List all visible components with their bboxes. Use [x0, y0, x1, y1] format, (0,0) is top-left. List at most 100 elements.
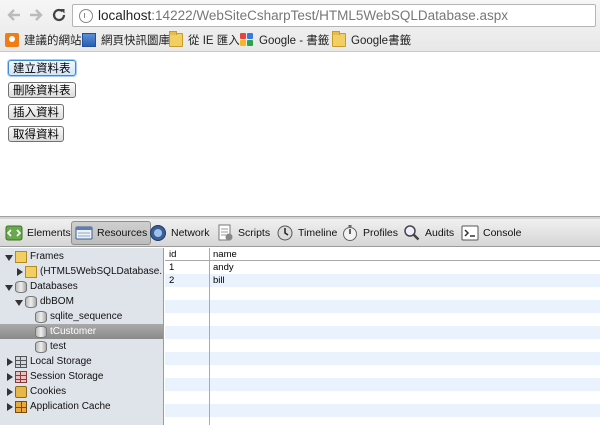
tree-item-frames[interactable]: Frames: [0, 249, 163, 264]
tab-label: Elements: [27, 227, 71, 239]
tree-item-sqlite-sequence[interactable]: sqlite_sequence: [0, 309, 163, 324]
create-table-button[interactable]: 建立資料表: [8, 60, 76, 76]
tab-label: Timeline: [298, 227, 338, 239]
column-divider[interactable]: [209, 248, 210, 425]
tree-item-databases[interactable]: Databases: [0, 279, 163, 294]
tree-label: dbBOM: [40, 296, 74, 307]
tree-label: (HTML5WebSQLDatabase....: [40, 266, 164, 277]
url-text: localhost:14222/WebSiteCsharpTest/HTML5W…: [98, 8, 508, 23]
console-icon: [460, 223, 480, 243]
tree-label: tCustomer: [50, 326, 97, 337]
database-icon: [25, 295, 37, 308]
bookmark-suggested-sites[interactable]: 建議的網站: [5, 31, 82, 49]
resources-icon: [74, 223, 94, 243]
expand-triangle-icon[interactable]: [5, 253, 13, 261]
cell-name: andy: [213, 262, 234, 273]
expand-triangle-icon[interactable]: [15, 298, 23, 306]
tab-scripts[interactable]: Scripts: [215, 221, 270, 245]
tree-item-frame-page[interactable]: (HTML5WebSQLDatabase....: [0, 264, 164, 279]
bookmark-label: Google - 書籤: [259, 35, 330, 47]
timeline-icon: [275, 223, 295, 243]
grid-filler-row: [165, 326, 600, 339]
tab-profiles[interactable]: Profiles: [340, 221, 398, 245]
reload-button[interactable]: [49, 5, 69, 25]
database-icon: [15, 280, 27, 293]
bookmark-web-slice-gallery[interactable]: 網頁快訊圖庫: [82, 31, 170, 49]
collapse-triangle-icon[interactable]: [5, 372, 13, 381]
forward-button[interactable]: [26, 5, 46, 25]
suggested-sites-icon: [5, 33, 19, 47]
bookmark-label: Google書籤: [351, 35, 412, 47]
tree-item-local-storage[interactable]: Local Storage: [0, 354, 163, 369]
tree-item-cookies[interactable]: Cookies: [0, 384, 163, 399]
back-arrow-icon: [7, 9, 20, 21]
tree-label: Application Cache: [30, 401, 111, 412]
bookmarks-bar: 建議的網站 網頁快訊圖庫 從 IE 匯入 Google - 書籤 Google書…: [0, 29, 600, 51]
navigation-bar: localhost:14222/WebSiteCsharpTest/HTML5W…: [0, 2, 600, 28]
tab-elements[interactable]: Elements: [4, 221, 71, 245]
tab-network[interactable]: Network: [148, 221, 210, 245]
tree-label: sqlite_sequence: [50, 311, 123, 322]
table-icon: [35, 340, 47, 353]
bookmark-import-from-ie[interactable]: 從 IE 匯入: [169, 31, 240, 49]
collapse-triangle-icon[interactable]: [5, 357, 13, 366]
tab-label: Network: [171, 227, 210, 239]
folder-icon: [15, 250, 27, 263]
web-slice-gallery-icon: [82, 33, 96, 47]
google-icon: [240, 33, 254, 47]
tab-timeline[interactable]: Timeline: [275, 221, 337, 245]
cell-name: bill: [213, 275, 225, 286]
resources-sidebar: Frames (HTML5WebSQLDatabase.... Database…: [0, 248, 164, 425]
collapse-triangle-icon[interactable]: [5, 387, 13, 396]
tab-label: Scripts: [238, 227, 271, 239]
bookmark-google-bookmarks[interactable]: Google - 書籤: [240, 31, 329, 49]
bookmark-google-folder[interactable]: Google書籤: [332, 31, 411, 49]
tree-item-session-storage[interactable]: Session Storage: [0, 369, 163, 384]
page-info-icon[interactable]: [79, 9, 93, 23]
tab-label: Resources: [97, 227, 148, 239]
browser-chrome: localhost:14222/WebSiteCsharpTest/HTML5W…: [0, 0, 600, 52]
tree-item-tcustomer[interactable]: tCustomer: [0, 324, 163, 339]
collapse-triangle-icon[interactable]: [15, 267, 23, 276]
folder-icon: [332, 31, 346, 47]
table-row[interactable]: 1 andy: [165, 261, 600, 274]
folder-icon: [169, 31, 183, 47]
column-header-id[interactable]: id: [169, 249, 176, 260]
tree-item-dbbom[interactable]: dbBOM: [0, 294, 163, 309]
get-data-button[interactable]: 取得資料: [8, 126, 64, 142]
grid-filler-row: [165, 378, 600, 391]
collapse-triangle-icon[interactable]: [5, 402, 13, 411]
tab-audits[interactable]: Audits: [402, 221, 454, 245]
application-cache-icon: [15, 400, 27, 413]
tab-resources[interactable]: Resources: [71, 221, 152, 245]
address-bar[interactable]: localhost:14222/WebSiteCsharpTest/HTML5W…: [72, 4, 596, 27]
table-row[interactable]: 2 bill: [165, 274, 600, 287]
tree-item-test[interactable]: test: [0, 339, 163, 354]
table-icon: [35, 325, 47, 338]
tree-label: Local Storage: [30, 356, 92, 367]
tree-item-application-cache[interactable]: Application Cache: [0, 399, 163, 414]
devtools-toolbar: Elements Resources Network Scripts Timel…: [0, 219, 600, 247]
grid-header: id name: [165, 248, 600, 261]
audits-icon: [402, 223, 422, 243]
tab-label: Profiles: [363, 227, 399, 239]
tab-console[interactable]: Console: [460, 221, 522, 245]
tree-label: Frames: [30, 251, 64, 262]
url-host: localhost: [98, 8, 152, 23]
folder-icon: [25, 265, 37, 278]
insert-data-button[interactable]: 插入資料: [8, 104, 64, 120]
forward-arrow-icon: [30, 9, 43, 21]
grid-filler-row: [165, 300, 600, 313]
page-content: 建立資料表 刪除資料表 插入資料 取得資料: [0, 53, 600, 216]
bookmark-label: 網頁快訊圖庫: [101, 35, 170, 47]
elements-icon: [4, 223, 24, 243]
grid-filler-row: [165, 352, 600, 365]
drop-table-button[interactable]: 刪除資料表: [8, 82, 76, 98]
tree-label: Session Storage: [30, 371, 104, 382]
local-storage-icon: [15, 355, 27, 368]
scripts-icon: [215, 223, 235, 243]
back-button[interactable]: [4, 5, 24, 25]
expand-triangle-icon[interactable]: [5, 283, 13, 291]
column-header-name[interactable]: name: [213, 249, 237, 260]
tab-label: Audits: [425, 227, 455, 239]
